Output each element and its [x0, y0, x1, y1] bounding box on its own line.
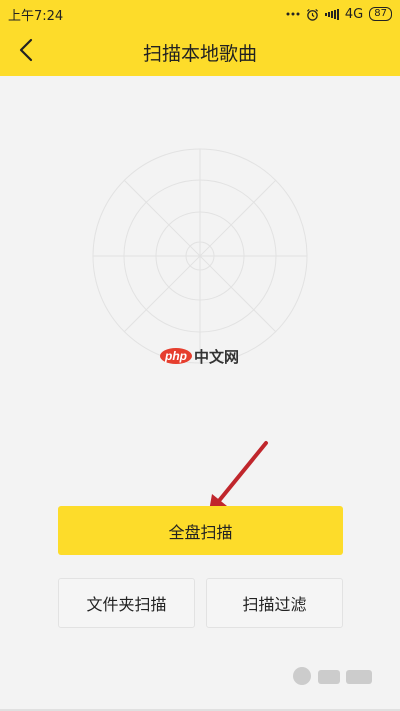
signal-icon — [324, 8, 339, 20]
dots-icon — [286, 12, 300, 16]
folder-scan-button[interactable]: 文件夹扫描 — [58, 578, 195, 628]
full-scan-button[interactable]: 全盘扫描 — [58, 506, 343, 555]
watermark-badge: php — [160, 348, 192, 364]
network-type: 4G — [344, 6, 364, 22]
chevron-left-icon — [19, 38, 33, 66]
site-watermark: php 中文网 — [160, 344, 250, 368]
scan-filter-button[interactable]: 扫描过滤 — [206, 578, 343, 628]
battery-icon: 87 — [369, 7, 392, 21]
watermark-text: 中文网 — [194, 347, 240, 366]
nav-bar: 扫描本地歌曲 — [0, 28, 400, 76]
status-bar: 上午7:24 4G 87 — [0, 0, 400, 28]
status-indicators: 4G 87 — [286, 7, 392, 22]
back-button[interactable] — [6, 28, 46, 76]
radar-graphic — [92, 148, 308, 364]
page-title: 扫描本地歌曲 — [142, 42, 257, 65]
alarm-icon — [306, 8, 319, 21]
corner-watermark-logo — [288, 662, 378, 695]
status-time: 上午7:24 — [8, 8, 64, 24]
